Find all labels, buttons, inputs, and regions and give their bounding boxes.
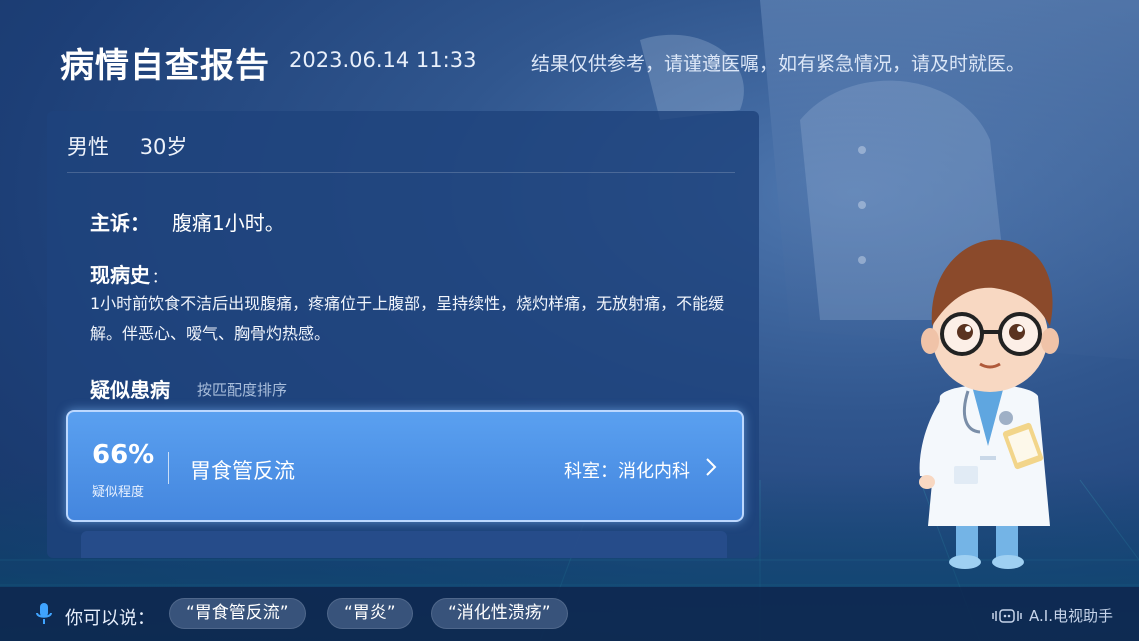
suspected-heading: 疑似患病 xyxy=(90,378,170,402)
history-colon: ： xyxy=(152,268,168,286)
voice-hint-label: 你可以说： xyxy=(65,608,155,629)
department: 科室：消化内科 xyxy=(564,461,690,482)
voice-hint-bar: 你可以说： “胃食管反流” “胃炎” “消化性溃疡” A.I.电视助手 xyxy=(0,587,1139,641)
complaint-label: 主诉： xyxy=(90,211,150,235)
mic-icon[interactable] xyxy=(35,602,53,626)
history-text: 1小时前饮食不洁后出现腹痛，疼痛位于上腹部，呈持续性，烧灼样痛，无放射痛，不能缓… xyxy=(90,294,725,343)
header: 病情自查报告 2023.06.14 11:33 结果仅供参考，请谨遵医嘱，如有紧… xyxy=(0,0,1139,110)
page-title: 病情自查报告 xyxy=(60,46,270,86)
report-panel: 男性 30岁 主诉： 腹痛1小时。 现病史： 1小时前饮食不洁后出现腹痛，疼痛位于… xyxy=(47,111,759,558)
disease-card[interactable]: 66% 疑似程度 胃食管反流 科室：消化内科 xyxy=(66,410,744,522)
chevron-right-icon xyxy=(706,458,717,476)
history-label: 现病史 xyxy=(90,263,150,287)
match-percentage: 66% xyxy=(92,440,155,470)
doctor-illustration xyxy=(919,239,1059,569)
patient-info: 男性 30岁 xyxy=(67,131,211,161)
disease-name: 胃食管反流 xyxy=(190,459,295,483)
sort-hint: 按匹配度排序 xyxy=(197,381,288,399)
disclaimer-text: 结果仅供参考，请谨遵医嘱，如有紧急情况，请及时就医。 xyxy=(531,53,1026,75)
complaint-text: 腹痛1小时。 xyxy=(172,211,285,235)
assistant-logo-icon xyxy=(992,608,1022,623)
suggestion-chip[interactable]: “胃食管反流” xyxy=(169,598,306,629)
divider xyxy=(67,172,735,173)
assistant-brand: A.I.电视助手 xyxy=(991,605,1113,626)
patient-age: 30岁 xyxy=(139,135,188,159)
next-disease-card[interactable] xyxy=(81,531,727,558)
chief-complaint: 主诉： 腹痛1小时。 xyxy=(90,207,285,236)
suggestion-chip[interactable]: “消化性溃疡” xyxy=(431,598,568,629)
suggestion-chip[interactable]: “胃炎” xyxy=(327,598,413,629)
match-label: 疑似程度 xyxy=(92,485,145,500)
card-separator xyxy=(168,452,169,484)
assistant-name: A.I.电视助手 xyxy=(1029,607,1113,625)
history-heading: 现病史： xyxy=(90,259,167,288)
patient-gender: 男性 xyxy=(67,135,109,159)
report-time: 2023.06.14 11:33 xyxy=(289,48,477,72)
